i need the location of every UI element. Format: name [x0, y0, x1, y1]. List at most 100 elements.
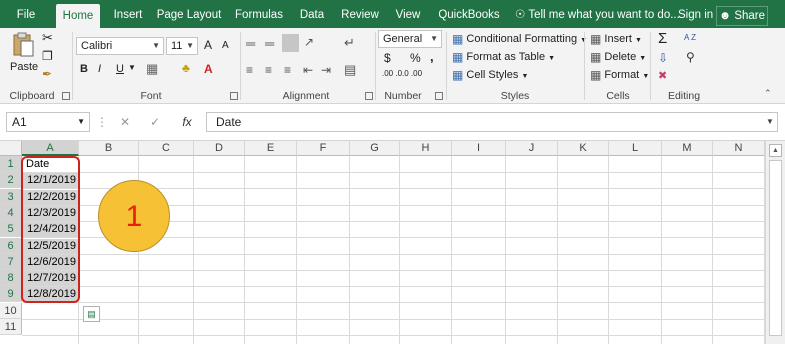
- increase-indent-icon[interactable]: ⇥: [321, 63, 331, 77]
- merge-center-icon[interactable]: ▤: [344, 62, 356, 78]
- find-select-icon[interactable]: ⚲: [686, 50, 695, 64]
- tab-data[interactable]: Data: [296, 0, 328, 28]
- grow-font-button[interactable]: A: [204, 38, 212, 52]
- sort-filter-button[interactable]: A Z: [684, 33, 696, 42]
- row-header-1[interactable]: 1: [0, 156, 22, 172]
- clipboard-launcher-icon[interactable]: [62, 92, 70, 100]
- lightbulb-icon: ☉: [515, 9, 526, 21]
- fill-color-icon[interactable]: ♣: [182, 61, 190, 75]
- clear-eraser-icon[interactable]: ✖: [658, 69, 667, 82]
- conditional-formatting-button[interactable]: ▦ Conditional Formatting ▼: [452, 32, 587, 46]
- column-header-a[interactable]: A: [22, 141, 79, 156]
- font-color-icon[interactable]: A: [204, 62, 213, 76]
- bottom-align-icon[interactable]: [282, 34, 299, 52]
- chevron-down-icon[interactable]: ▼: [128, 63, 136, 72]
- orientation-icon[interactable]: ↗: [304, 35, 314, 49]
- column-header-i[interactable]: I: [452, 141, 506, 156]
- tab-view[interactable]: View: [392, 0, 424, 28]
- copy-icon[interactable]: ❐: [42, 49, 53, 63]
- decrease-decimal-button[interactable]: .0 .00: [402, 69, 422, 78]
- row-header-5[interactable]: 5: [0, 221, 22, 238]
- row-header-6[interactable]: 6: [0, 237, 22, 254]
- column-header-b[interactable]: B: [79, 141, 139, 156]
- increase-decimal-button[interactable]: .00 .0: [382, 69, 402, 78]
- cut-icon[interactable]: ✂: [42, 30, 53, 46]
- chevron-down-icon: ▼: [642, 72, 650, 80]
- name-box[interactable]: A1 ▼: [6, 112, 90, 132]
- tab-page-layout[interactable]: Page Layout: [156, 0, 222, 28]
- tell-me-search[interactable]: ☉ Tell me what you want to do...: [515, 0, 680, 28]
- column-header-e[interactable]: E: [245, 141, 297, 156]
- enter-icon[interactable]: ✓: [144, 112, 166, 132]
- row-header-2[interactable]: 2: [0, 172, 22, 189]
- cancel-icon[interactable]: ✕: [114, 112, 136, 132]
- fill-down-icon[interactable]: ⇩: [658, 51, 668, 65]
- group-separator: [584, 32, 585, 100]
- percent-button[interactable]: %: [410, 51, 421, 65]
- number-launcher-icon[interactable]: [435, 92, 443, 100]
- tab-formulas[interactable]: Formulas: [232, 0, 286, 28]
- decrease-indent-icon[interactable]: ⇤: [303, 63, 313, 77]
- currency-button[interactable]: $: [384, 51, 391, 65]
- wrap-text-icon[interactable]: ↵: [344, 35, 355, 51]
- shrink-font-button[interactable]: A: [222, 40, 229, 51]
- tab-home[interactable]: Home: [56, 4, 100, 28]
- tab-quickbooks[interactable]: QuickBooks: [436, 0, 502, 28]
- row-header-7[interactable]: 7: [0, 253, 22, 270]
- row-header-3[interactable]: 3: [0, 188, 22, 205]
- delete-cells-button[interactable]: ▦ Delete ▼: [590, 50, 646, 64]
- quick-analysis-icon[interactable]: ▤: [83, 306, 100, 322]
- column-header-c[interactable]: C: [139, 141, 194, 156]
- vertical-scrollbar[interactable]: ▲: [765, 141, 785, 344]
- share-button[interactable]: ☻ Share: [716, 6, 768, 26]
- formula-input[interactable]: Date: [206, 112, 778, 132]
- column-header-f[interactable]: F: [297, 141, 350, 156]
- collapse-ribbon-icon[interactable]: ⌃: [764, 88, 772, 99]
- row-header-8[interactable]: 8: [0, 270, 22, 287]
- borders-icon[interactable]: ▦: [146, 61, 158, 77]
- insert-function-button[interactable]: fx: [174, 112, 200, 132]
- column-header-k[interactable]: K: [558, 141, 609, 156]
- font-name-select[interactable]: Calibri ▼: [76, 37, 164, 55]
- align-left-icon[interactable]: ≡: [246, 63, 253, 77]
- alignment-launcher-icon[interactable]: [365, 92, 373, 100]
- bold-button[interactable]: B: [80, 63, 88, 75]
- column-header-j[interactable]: J: [506, 141, 558, 156]
- font-size-select[interactable]: 11 ▼: [166, 37, 198, 55]
- italic-button[interactable]: I: [98, 63, 101, 75]
- clipboard-icon[interactable]: [10, 32, 38, 58]
- row-header-11[interactable]: 11: [0, 319, 22, 335]
- row-header-4[interactable]: 4: [0, 204, 22, 221]
- column-header-n[interactable]: N: [713, 141, 765, 156]
- underline-button[interactable]: U: [116, 63, 124, 75]
- column-header-d[interactable]: D: [194, 141, 245, 156]
- tab-review[interactable]: Review: [338, 0, 382, 28]
- column-header-m[interactable]: M: [662, 141, 713, 156]
- font-launcher-icon[interactable]: [230, 92, 238, 100]
- format-cells-button[interactable]: ▦ Format ▼: [590, 68, 649, 82]
- sign-in-link[interactable]: Sign in: [678, 0, 713, 28]
- comma-button[interactable]: ,: [430, 49, 434, 64]
- format-painter-icon[interactable]: ✒: [42, 67, 52, 81]
- number-format-select[interactable]: General ▼: [378, 30, 442, 48]
- column-header-h[interactable]: H: [400, 141, 452, 156]
- select-all-corner[interactable]: [0, 141, 22, 156]
- tab-insert[interactable]: Insert: [108, 0, 148, 28]
- middle-align-icon[interactable]: ═: [265, 36, 274, 51]
- column-header-g[interactable]: G: [350, 141, 400, 156]
- top-align-icon[interactable]: ═: [246, 36, 255, 51]
- format-as-table-button[interactable]: ▦ Format as Table ▼: [452, 50, 555, 64]
- expand-formula-icon[interactable]: ▼: [763, 112, 777, 132]
- scroll-up-icon[interactable]: ▲: [769, 144, 782, 157]
- paste-button[interactable]: Paste: [10, 61, 38, 73]
- column-header-l[interactable]: L: [609, 141, 662, 156]
- align-right-icon[interactable]: ≡: [284, 63, 291, 77]
- insert-cells-button[interactable]: ▦ Insert ▼: [590, 32, 642, 46]
- scroll-thumb[interactable]: [769, 160, 782, 336]
- row-header-9[interactable]: 9: [0, 286, 22, 303]
- cell-styles-button[interactable]: ▦ Cell Styles ▼: [452, 68, 528, 82]
- row-header-10[interactable]: 10: [0, 302, 22, 319]
- tab-file[interactable]: File: [8, 0, 44, 28]
- align-center-icon[interactable]: ≡: [265, 63, 272, 77]
- autosum-button[interactable]: Σ: [658, 30, 667, 47]
